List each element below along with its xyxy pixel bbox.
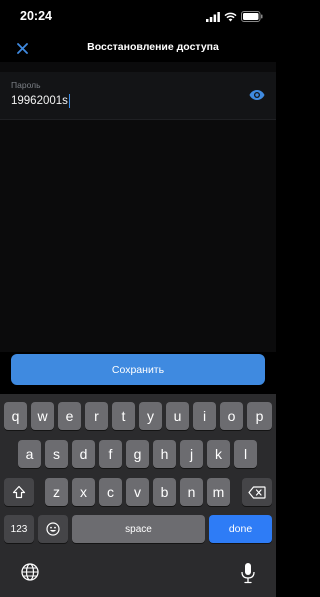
- done-key[interactable]: done: [209, 515, 272, 543]
- key-n[interactable]: n: [180, 478, 203, 506]
- save-button[interactable]: Сохранить: [11, 354, 265, 385]
- key-d[interactable]: d: [72, 440, 95, 468]
- key-h[interactable]: h: [153, 440, 176, 468]
- dictation-button[interactable]: [240, 562, 256, 589]
- keyboard-bottom-bar: [0, 560, 276, 590]
- key-f[interactable]: f: [99, 440, 122, 468]
- key-q[interactable]: q: [4, 402, 27, 430]
- content-area: Пароль 19962001s: [0, 62, 276, 352]
- password-label: Пароль: [11, 80, 41, 90]
- globe-icon: [21, 563, 39, 581]
- key-m[interactable]: m: [207, 478, 230, 506]
- status-time: 20:24: [20, 9, 52, 23]
- key-v[interactable]: v: [126, 478, 149, 506]
- key-o[interactable]: o: [220, 402, 243, 430]
- backspace-key[interactable]: [242, 478, 272, 506]
- key-w[interactable]: w: [31, 402, 54, 430]
- key-j[interactable]: j: [180, 440, 203, 468]
- key-e[interactable]: e: [58, 402, 81, 430]
- emoji-key[interactable]: [38, 515, 68, 543]
- key-l[interactable]: l: [234, 440, 257, 468]
- space-key[interactable]: space: [72, 515, 205, 543]
- password-input[interactable]: 19962001s: [11, 94, 71, 108]
- backspace-icon: [248, 485, 266, 499]
- wifi-icon: [224, 12, 237, 21]
- close-icon: [16, 42, 28, 54]
- globe-button[interactable]: [20, 562, 40, 587]
- key-u[interactable]: u: [166, 402, 189, 430]
- key-s[interactable]: s: [45, 440, 68, 468]
- status-icons: [206, 11, 263, 22]
- key-k[interactable]: k: [207, 440, 230, 468]
- key-r[interactable]: r: [85, 402, 108, 430]
- key-b[interactable]: b: [153, 478, 176, 506]
- key-x[interactable]: x: [72, 478, 95, 506]
- signal-icon: [206, 11, 220, 22]
- key-i[interactable]: i: [193, 402, 216, 430]
- page-title: Восстановление доступа: [87, 41, 219, 53]
- key-p[interactable]: p: [247, 402, 272, 430]
- emoji-icon: [46, 522, 60, 536]
- password-field[interactable]: Пароль 19962001s: [0, 72, 276, 120]
- key-z[interactable]: z: [45, 478, 68, 506]
- key-t[interactable]: t: [112, 402, 135, 430]
- key-g[interactable]: g: [126, 440, 149, 468]
- key-a[interactable]: a: [18, 440, 41, 468]
- header: Восстановление доступа: [0, 34, 276, 62]
- show-password-button[interactable]: [247, 85, 267, 105]
- key-c[interactable]: c: [99, 478, 122, 506]
- eye-icon: [249, 90, 265, 100]
- status-bar: 20:24: [0, 0, 276, 34]
- battery-icon: [241, 11, 263, 22]
- shift-key[interactable]: [4, 478, 34, 506]
- shift-icon: [12, 485, 26, 499]
- text-caret: [68, 94, 71, 108]
- key-y[interactable]: y: [139, 402, 162, 430]
- numbers-key[interactable]: 123: [4, 515, 34, 543]
- password-value: 19962001s: [11, 95, 68, 107]
- microphone-icon: [241, 563, 255, 584]
- close-button[interactable]: [11, 37, 33, 59]
